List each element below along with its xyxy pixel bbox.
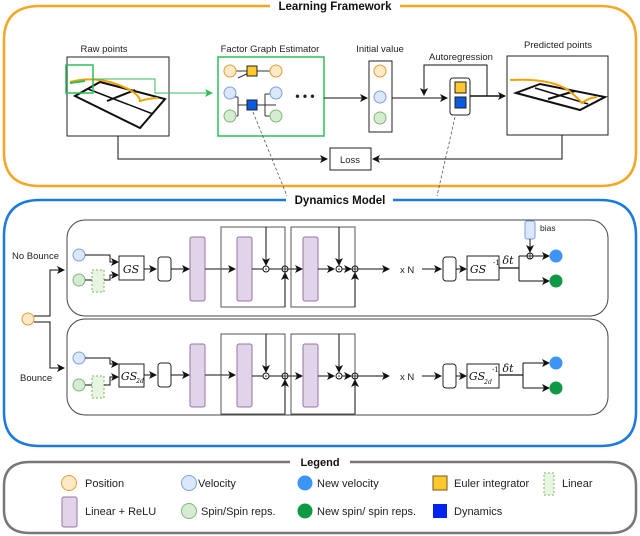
position-node-icon (269, 64, 283, 78)
legend-border (2, 460, 638, 535)
dynamics-model-title: Dynamics Model (295, 195, 386, 207)
learning-framework-title: Learning Framework (278, 1, 392, 13)
legend-label: New velocity (317, 478, 379, 490)
dynamics-icon (454, 96, 467, 109)
legend-item-position: Position (61, 475, 124, 491)
legend-item-velocity: Velocity (181, 475, 236, 491)
bounce-label: Bounce (20, 373, 52, 384)
velocity-circle-icon (181, 475, 197, 491)
bounce-container (66, 318, 609, 416)
linear-layer (91, 269, 105, 293)
bias-param (524, 220, 536, 240)
legend-label: Spin/Spin reps. (201, 506, 276, 518)
bounce-branch: GS 2d x N GS 2d -1 δt (66, 318, 609, 416)
linear-relu-layer (302, 343, 319, 408)
position-node-icon (373, 64, 387, 78)
bias-label: bias (540, 223, 556, 233)
repeat-label: x N (400, 372, 414, 383)
spin-node-icon (373, 111, 387, 125)
normalize-box (442, 256, 457, 282)
position-input-icon (21, 312, 35, 326)
learning-framework-panel: Learning Framework Raw points Factor Gra… (2, 1, 638, 197)
position-circle-icon (61, 475, 77, 491)
loss-label: Loss (340, 155, 360, 166)
spin-node-icon (223, 109, 237, 123)
legend-label: Velocity (198, 478, 236, 490)
no-bounce-branch: GS x N GS -1 δt bias (66, 219, 609, 317)
linear-relu-rect-icon (61, 496, 78, 528)
new-spin-output-icon (549, 381, 563, 395)
velocity-input-icon (72, 351, 86, 365)
legend-label: Euler integrator (454, 478, 530, 490)
gs-label: GS (123, 263, 140, 276)
normalize-box (157, 362, 172, 388)
linear-relu-layer (189, 343, 206, 408)
new-velocity-output-icon (549, 356, 563, 370)
legend-item-euler-integrator: Euler integrator (432, 475, 530, 491)
gs-inverse-label: GS (470, 263, 487, 276)
spin-input-icon (72, 378, 86, 392)
legend-item-spin: Spin/Spin reps. (181, 503, 276, 519)
framework-diagram: Learning Framework Raw points Factor Gra… (2, 1, 638, 535)
legend-label: Dynamics (454, 506, 503, 518)
new-velocity-output-icon (549, 249, 563, 263)
spin-circle-icon (181, 503, 197, 519)
predicted-to-loss-arrow (372, 135, 563, 163)
legend-panel: Legend Position Velocity New velocity Eu… (2, 457, 638, 535)
repeat-label: x N (400, 265, 414, 276)
legend-label: New spin/ spin reps. (317, 506, 416, 518)
gs-2d-label: GS (121, 370, 138, 383)
normalize-box (157, 256, 172, 282)
velocity-node-icon (373, 90, 387, 104)
gs-2d-inverse-sup: -1 (492, 366, 499, 374)
initial-value-label: Initial value (356, 44, 404, 55)
legend-item-linear: Linear (543, 472, 593, 496)
legend-item-new-velocity: New velocity (297, 475, 379, 491)
raw-points-label: Raw points (81, 44, 128, 55)
velocity-node-icon (269, 86, 283, 100)
velocity-input-icon (72, 248, 86, 262)
no-bounce-label: No Bounce (12, 251, 59, 262)
legend-item-dynamics: Dynamics (433, 504, 503, 518)
linear-relu-layer (189, 236, 206, 302)
euler-factor-icon (246, 65, 258, 77)
gs-2d-inverse-label: GS (469, 370, 486, 383)
linear-dashed-rect-icon (543, 472, 555, 496)
euler-integrator-square-icon (432, 475, 448, 491)
new-spin-circle-icon (297, 503, 313, 519)
new-velocity-circle-icon (297, 475, 313, 491)
autoregression-label: Autoregression (429, 52, 493, 63)
legend-label: Position (85, 478, 124, 490)
raw-to-loss-arrow (117, 136, 328, 163)
factor-graph-ellipsis: • • • (295, 89, 314, 103)
legend-title: Legend (300, 457, 339, 469)
gs-2d-inverse-sub: 2d (483, 379, 492, 386)
factor-graph-label: Factor Graph Estimator (221, 44, 320, 55)
predicted-points-label: Predicted points (524, 40, 592, 51)
dynamics-factor-icon (246, 99, 258, 111)
linear-relu-layer (236, 236, 253, 302)
legend-item-new-spin: New spin/ spin reps. (297, 503, 416, 519)
dynamics-square-icon (433, 504, 447, 518)
linear-relu-layer (302, 236, 319, 302)
linear-relu-layer (236, 343, 253, 408)
normalize-box (442, 363, 457, 389)
gs-inverse-sup: -1 (493, 259, 500, 267)
delta-t-label: δt (502, 254, 514, 267)
new-spin-output-icon (549, 274, 563, 288)
spin-node-icon (269, 109, 283, 123)
zoom-connector-line (436, 116, 456, 197)
legend-item-linear-relu: Linear + ReLU (61, 496, 156, 528)
delta-t-label: δt (502, 362, 514, 375)
position-node-icon (223, 64, 237, 78)
euler-integrator-icon (454, 81, 467, 94)
legend-label: Linear + ReLU (85, 506, 156, 518)
legend-label: Linear (562, 478, 593, 490)
velocity-node-icon (223, 86, 237, 100)
gs-2d-sub: 2d (135, 378, 144, 385)
position-to-nobounce-arrow (34, 266, 65, 317)
spin-input-icon (72, 273, 86, 287)
position-to-bounce-arrow (34, 321, 65, 372)
linear-layer (91, 375, 105, 399)
